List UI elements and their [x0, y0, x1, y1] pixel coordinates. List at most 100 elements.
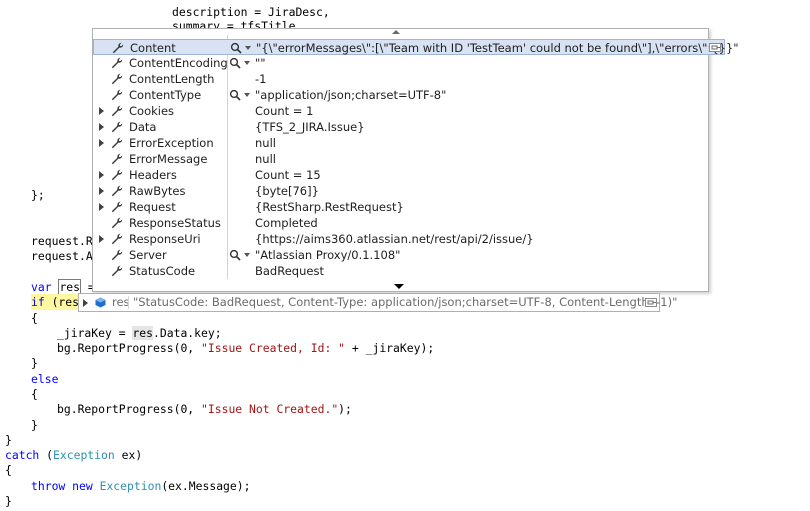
code-text: (: [39, 448, 54, 462]
property-name: Headers: [129, 168, 177, 182]
code-text: request.Ad: [31, 249, 100, 263]
expand-arrow-icon[interactable]: [99, 171, 104, 179]
datatip-row[interactable]: RawBytes {byte[76]}: [93, 183, 706, 199]
property-name: StatusCode: [129, 264, 196, 278]
property-wrench-icon: [111, 217, 123, 229]
expand-arrow-icon[interactable]: [99, 235, 104, 243]
keyword: if: [31, 295, 45, 309]
property-name: Server: [129, 248, 167, 262]
code-text: bg.ReportProgress(0,: [57, 402, 202, 416]
code-line: catch (Exception ex): [5, 447, 142, 463]
datatip-row[interactable]: Content "{\"errorMessages\":[\"Team with …: [93, 39, 739, 55]
datatip-row[interactable]: ErrorException null: [93, 135, 706, 151]
chevron-down-icon[interactable]: [244, 253, 250, 257]
property-value: -1: [255, 72, 267, 86]
datatip-row[interactable]: Server "Atlassian Proxy/0.1.108": [93, 247, 706, 263]
keyword: catch: [5, 448, 40, 462]
visualizer-search-icon[interactable]: [229, 249, 241, 261]
property-wrench-icon: [111, 121, 123, 133]
datatip-row[interactable]: StatusCode BadRequest: [93, 263, 706, 279]
property-name: Cookies: [129, 104, 175, 118]
code-line: request.Ad: [31, 248, 100, 264]
datatip-row[interactable]: ResponseUri {https://aims360.atlassian.ne…: [93, 231, 706, 247]
property-name: ContentEncoding: [129, 56, 228, 70]
property-wrench-icon: [112, 42, 124, 54]
property-name: ErrorMessage: [129, 152, 208, 166]
datatip-row[interactable]: ErrorMessage null: [93, 151, 706, 167]
code-line: {: [5, 462, 12, 478]
code-text: ex): [114, 448, 143, 462]
code-text: {: [31, 311, 38, 325]
property-name: Request: [129, 200, 176, 214]
datatip-row[interactable]: ContentLength -1: [93, 71, 706, 87]
datatip-expanded: Content "{\"errorMessages\":[\"Team with …: [92, 28, 739, 292]
visualizer-search-icon[interactable]: [230, 42, 242, 54]
keyword: throw: [31, 479, 66, 493]
property-wrench-icon: [111, 169, 123, 181]
string-literal: "Issue Created, Id: ": [201, 341, 346, 355]
type-name: Exception: [53, 448, 115, 462]
pin-icon[interactable]: [645, 298, 657, 307]
property-value: BadRequest: [255, 264, 324, 278]
datatip-row[interactable]: ResponseStatus Completed: [93, 215, 706, 231]
pin-icon[interactable]: [709, 43, 721, 52]
visualizer-search-icon[interactable]: [229, 89, 241, 101]
visualizer-search-icon[interactable]: [229, 57, 241, 69]
chevron-down-icon[interactable]: [245, 46, 251, 50]
property-name: ContentLength: [129, 72, 215, 86]
expand-arrow-icon[interactable]: [99, 187, 104, 195]
datatip-row[interactable]: ContentEncoding "": [93, 55, 706, 71]
chevron-down-icon[interactable]: [244, 93, 250, 97]
datatip-row[interactable]: Cookies Count = 1: [93, 103, 706, 119]
property-value: Count = 1: [255, 104, 314, 118]
expand-arrow-icon[interactable]: [99, 203, 104, 211]
property-value: "": [255, 56, 266, 70]
scroll-down-icon[interactable]: [394, 284, 404, 289]
property-value: "Atlassian Proxy/0.1.108": [255, 248, 401, 262]
property-name: ContentType: [129, 88, 202, 102]
code-line: request.Re: [31, 233, 100, 249]
datatip-row[interactable]: ContentType "application/json;charset=UTF…: [93, 87, 706, 103]
scroll-up-icon[interactable]: [392, 30, 400, 34]
code-text: request.Re: [31, 234, 100, 248]
keyword: else: [31, 372, 59, 386]
datatip-res-value: "StatusCode: BadRequest, Content-Type: a…: [133, 295, 678, 309]
property-name: Content: [130, 41, 176, 55]
code-text: + _jiraKey);: [345, 341, 435, 355]
code-line: else: [31, 371, 58, 387]
property-wrench-icon: [111, 153, 123, 165]
property-wrench-icon: [111, 233, 123, 245]
code-line: }: [31, 355, 38, 371]
property-wrench-icon: [111, 185, 123, 197]
code-line: }: [31, 417, 38, 433]
datatip-row[interactable]: Request {RestSharp.RestRequest}: [93, 199, 706, 215]
code-line: {: [31, 310, 38, 326]
property-wrench-icon: [111, 201, 123, 213]
property-wrench-icon: [111, 137, 123, 149]
datatip-row[interactable]: Data {TFS_2_JIRA.Issue}: [93, 119, 706, 135]
property-wrench-icon: [111, 105, 123, 117]
code-line: _jiraKey = res.Data.key;: [57, 325, 222, 341]
code-text: );: [338, 402, 352, 416]
code-text: {: [5, 463, 12, 477]
chevron-down-icon[interactable]: [244, 61, 250, 65]
datatip-row[interactable]: Headers Count = 15: [93, 167, 706, 183]
expand-arrow-icon[interactable]: [99, 139, 104, 147]
expand-arrow-icon[interactable]: [83, 299, 88, 307]
code-text: }: [31, 418, 38, 432]
code-text: summary = tfsTitle: [172, 19, 296, 28]
datatip-res[interactable]: res "StatusCode: BadRequest, Content-Typ…: [78, 293, 677, 312]
res-reference[interactable]: res: [132, 326, 154, 340]
property-name: ResponseStatus: [129, 216, 221, 230]
code-line: bg.ReportProgress(0, "Issue Not Created.…: [57, 401, 352, 417]
code-line: {: [31, 386, 38, 402]
expand-arrow-icon[interactable]: [99, 107, 104, 115]
keyword: var: [31, 280, 52, 294]
code-text: {: [31, 387, 38, 401]
property-value: {byte[76]}: [255, 184, 319, 198]
property-value: null: [255, 152, 276, 166]
property-value: Count = 15: [255, 168, 321, 182]
property-wrench-icon: [111, 265, 123, 277]
property-name: Data: [129, 120, 157, 134]
expand-arrow-icon[interactable]: [99, 123, 104, 131]
